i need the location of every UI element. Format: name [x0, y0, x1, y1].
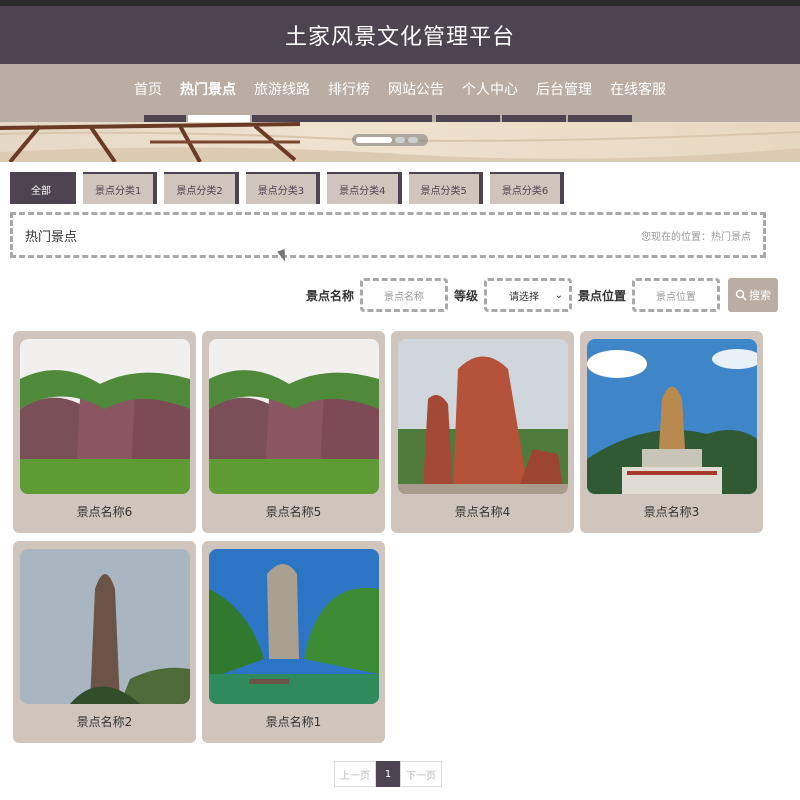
spot-card[interactable]: 景点名称3 [580, 331, 763, 533]
name-input[interactable]: 景点名称 [360, 278, 449, 312]
nav-item-hot-spots[interactable]: 热门景点 [171, 79, 245, 99]
tab-all[interactable]: 全部 [10, 172, 76, 204]
name-label: 景点名称 [306, 288, 355, 303]
carousel-dot[interactable] [395, 137, 405, 143]
tab-category-1[interactable]: 景点分类1 [83, 172, 158, 204]
chevron-down-icon: ⌄ [554, 289, 564, 301]
spot-name: 景点名称4 [454, 505, 511, 519]
prev-page-button[interactable]: 上一页 [334, 761, 376, 787]
main-nav: 首页 热门景点 旅游线路 排行榜 网站公告 个人中心 后台管理 在线客服 [0, 64, 800, 122]
next-page-button[interactable]: 下一页 [400, 761, 442, 787]
breadcrumb: 热门景点 您现在的位置：热门景点 [10, 212, 766, 258]
red-stone-image [398, 339, 568, 494]
spot-card[interactable]: 景点名称6 [13, 331, 196, 533]
pagination: 上一页 1 下一页 [334, 761, 442, 787]
tab-category-6[interactable]: 景点分类6 [489, 172, 565, 204]
nav-item-admin[interactable]: 后台管理 [527, 79, 601, 99]
category-tabs: 全部 景点分类1 景点分类2 景点分类3 景点分类4 景点分类5 景点分类6 [10, 172, 565, 204]
location-label: 景点位置 [578, 288, 627, 303]
spot-name: 景点名称2 [76, 715, 133, 729]
search-bar: 景点名称 景点名称 等级 请选择 ⌄ 景点位置 景点位置 搜索 [306, 278, 779, 312]
location-input[interactable]: 景点位置 [632, 278, 721, 312]
spot-card[interactable]: 景点名称1 [202, 541, 385, 743]
carousel-dot[interactable] [408, 137, 418, 143]
tab-category-3[interactable]: 景点分类3 [245, 172, 321, 204]
search-icon [735, 289, 747, 301]
spot-name: 景点名称3 [643, 505, 700, 519]
tab-category-5[interactable]: 景点分类5 [408, 172, 483, 204]
river-cliff-image [209, 549, 379, 704]
spot-name: 景点名称1 [265, 715, 322, 729]
nav-item-notices[interactable]: 网站公告 [379, 79, 453, 99]
mountain-rocks-image [209, 339, 379, 494]
nav-item-routes[interactable]: 旅游线路 [245, 79, 319, 99]
search-button[interactable]: 搜索 [728, 278, 779, 312]
spot-name: 景点名称6 [76, 505, 133, 519]
level-select[interactable]: 请选择 ⌄ [484, 278, 573, 312]
nav-item-home[interactable]: 首页 [125, 79, 171, 99]
current-page[interactable]: 1 [376, 761, 400, 787]
nav-item-profile[interactable]: 个人中心 [453, 79, 527, 99]
carousel-dot-active[interactable] [356, 137, 392, 143]
buddha-statue-image [587, 339, 757, 494]
spot-card[interactable]: 景点名称4 [391, 331, 574, 533]
nav-item-support[interactable]: 在线客服 [601, 79, 675, 99]
level-label: 等级 [454, 288, 479, 303]
stone-pillar-image [20, 549, 190, 704]
spot-name: 景点名称5 [265, 505, 322, 519]
tab-category-2[interactable]: 景点分类2 [164, 172, 239, 204]
level-select-value: 请选择 [509, 291, 540, 303]
nav-item-ranking[interactable]: 排行榜 [319, 79, 379, 99]
spot-card[interactable]: 景点名称5 [202, 331, 385, 533]
spot-card[interactable]: 景点名称2 [13, 541, 196, 743]
page-title: 热门景点 [25, 229, 78, 245]
current-location: 您现在的位置：热门景点 [641, 231, 751, 243]
site-header: 土家风景文化管理平台 [0, 6, 800, 64]
mountain-rocks-image [20, 339, 190, 494]
carousel-indicators [352, 134, 428, 146]
tab-category-4[interactable]: 景点分类4 [327, 172, 402, 204]
search-button-label: 搜索 [749, 289, 772, 302]
site-title: 土家风景文化管理平台 [284, 25, 515, 50]
